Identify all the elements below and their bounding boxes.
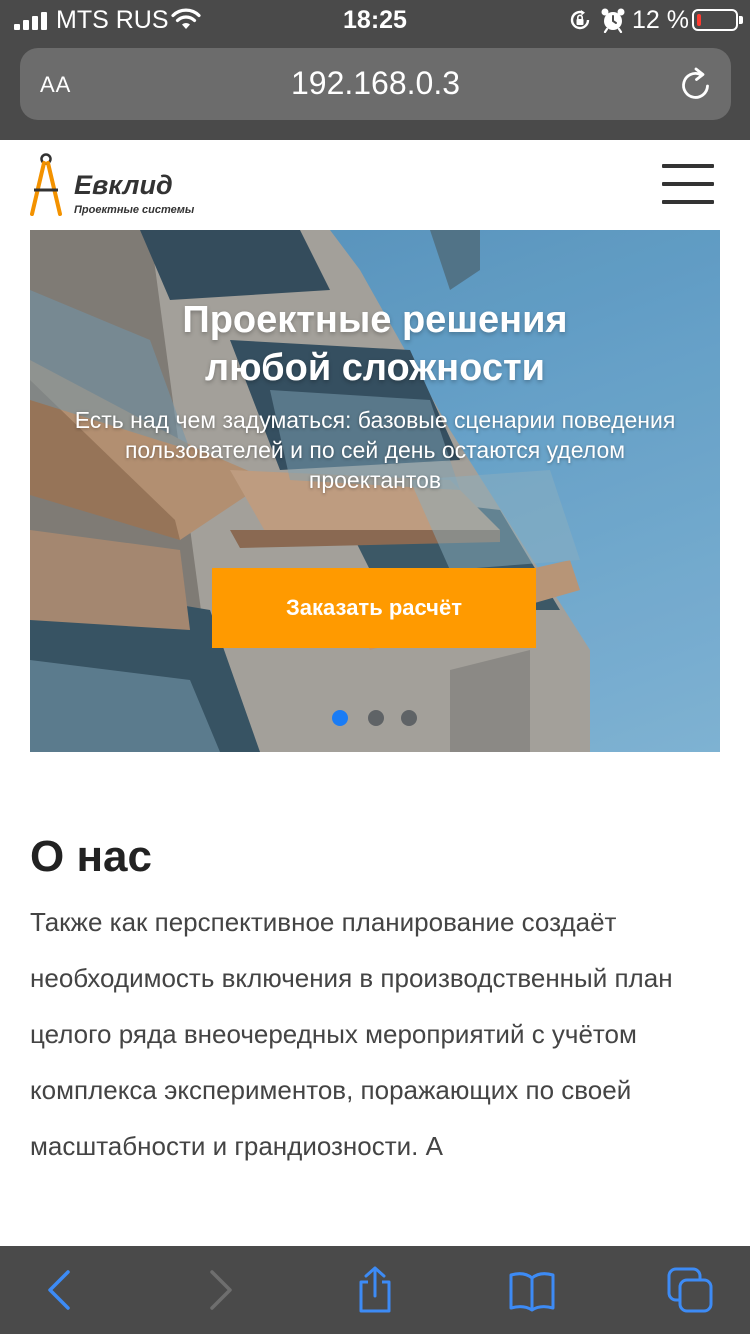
slider-pagination [332, 710, 422, 726]
battery-level [697, 14, 701, 26]
site-header: Евклид Проектные системы [0, 140, 750, 232]
reload-icon[interactable] [679, 66, 713, 102]
hero-title-line-1: Проектные решения [182, 299, 568, 341]
rotation-lock-icon [570, 10, 590, 30]
logo[interactable]: Евклид Проектные системы [28, 152, 228, 220]
status-bar: MTS RUS 18:25 12 % [0, 0, 750, 40]
forward-icon[interactable] [196, 1266, 244, 1314]
hero-title-line-2: любой сложности [205, 347, 545, 389]
address-bar[interactable]: AA 192.168.0.3 [20, 48, 731, 120]
back-icon[interactable] [36, 1266, 84, 1314]
tabs-icon[interactable] [666, 1266, 714, 1314]
bookmarks-icon[interactable] [508, 1266, 556, 1314]
slider-dot-1[interactable] [332, 710, 348, 726]
hero-slider: Проектные решения любой сложности Есть н… [30, 230, 720, 752]
share-icon[interactable] [351, 1266, 399, 1314]
order-calculation-button[interactable]: Заказать расчёт [212, 568, 536, 648]
slider-dot-2[interactable] [368, 710, 384, 726]
browser-toolbar [0, 1246, 750, 1334]
logo-subtitle: Проектные системы [74, 204, 195, 216]
url-field[interactable]: 192.168.0.3 [20, 65, 731, 102]
browser-chrome: AA 192.168.0.3 [0, 40, 750, 140]
hero-title: Проектные решения любой сложности [30, 296, 720, 392]
hero-description: Есть над чем задуматься: базовые сценари… [74, 407, 676, 493]
burger-menu-icon[interactable] [662, 164, 714, 206]
slider-dot-3[interactable] [401, 710, 417, 726]
compass-logo-icon [30, 153, 62, 216]
alarm-icon [601, 8, 625, 33]
battery-icon [692, 9, 743, 31]
about-title: О нас [30, 832, 152, 881]
logo-name: Евклид [74, 170, 173, 200]
battery-percent: 12 % [632, 6, 689, 34]
about-text: Также как перспективное планирование соз… [30, 907, 673, 1161]
